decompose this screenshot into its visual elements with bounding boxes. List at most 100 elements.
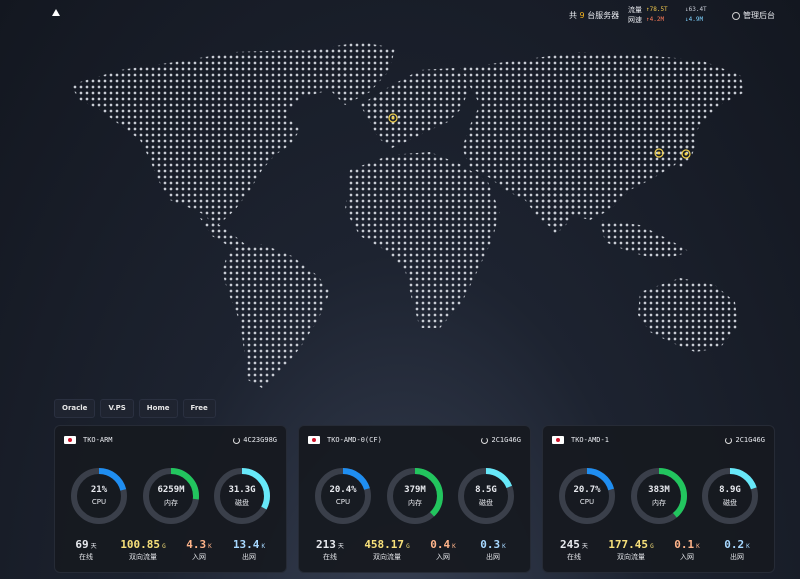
spec-text: 4C23G98G (243, 436, 277, 444)
mem-label: 内存 (652, 499, 666, 507)
cpu-gauge: 21% CPU (69, 466, 129, 526)
total-traffic-stat: 100.85 G 双向流量 (111, 538, 175, 562)
cpu-value: 20.7% (573, 485, 601, 495)
mem-gauge: 379M 内存 (385, 466, 445, 526)
speed-label: 网速 (628, 16, 642, 24)
speed-down-value: ↓4.9M (685, 16, 704, 23)
card-header: TKO-ARM 4C23G98G (64, 434, 277, 446)
total-traffic-label: 双向流量 (373, 553, 401, 561)
uptime-value: 245 (560, 538, 580, 551)
cpu-label: CPU (579, 498, 595, 506)
server-name: TKO-AMD-0(CF) (327, 436, 382, 444)
africa (345, 152, 500, 328)
total-traffic-value: 177.45 (608, 538, 649, 551)
tab-vps[interactable]: V.PS (100, 399, 134, 418)
mem-gauge: 383M 内存 (629, 466, 689, 526)
south-america (222, 244, 330, 388)
card-header: TKO-AMD-1 2C1G46G (552, 434, 765, 446)
uptime-value: 69 (75, 538, 89, 551)
card-header: TKO-AMD-0(CF) 2C1G46G (308, 434, 521, 446)
traffic-down-value: ↓63.4T (685, 6, 707, 13)
tab-oracle[interactable]: Oracle (54, 399, 96, 418)
japan-flag-icon (552, 436, 564, 444)
world-map (70, 42, 745, 388)
server-card[interactable]: TKO-AMD-0(CF) 2C1G46G 20.4% CPU 379M 内存 (298, 425, 531, 573)
cpu-value: 21% (90, 485, 108, 495)
outbound-label: 出网 (730, 553, 744, 561)
outbound-stat: 0.2 K 出网 (715, 538, 759, 562)
mem-gauge: 6259M 内存 (141, 466, 201, 526)
mem-value: 383M (648, 485, 670, 495)
outbound-stat: 0.3 K 出网 (471, 538, 515, 562)
cpu-label: CPU (335, 498, 351, 506)
mem-label: 内存 (408, 499, 422, 507)
mem-value: 6259M (157, 485, 185, 495)
disk-gauge: 31.3G 磁盘 (212, 466, 272, 526)
inbound-stat: 4.3 K 入网 (179, 538, 219, 562)
disk-value: 8.5G (475, 485, 497, 495)
tab-free[interactable]: Free (182, 399, 216, 418)
uptime-stat: 245 天 在线 (555, 538, 593, 562)
outbound-label: 出网 (486, 553, 500, 561)
admin-label: 管理后台 (743, 11, 775, 20)
server-card[interactable]: TKO-AMD-1 2C1G46G 20.7% CPU 383M 内存 8.9G… (542, 425, 775, 573)
outbound-value: 0.2 (724, 538, 745, 551)
australia (638, 278, 738, 352)
online-label: 在线 (323, 553, 337, 561)
southeast-asia (600, 220, 690, 260)
inbound-label: 入网 (192, 553, 206, 561)
server-count-number: 9 (579, 11, 585, 20)
server-name: TKO-AMD-1 (571, 436, 609, 444)
traffic-labels: 流量 网速 (628, 5, 642, 25)
inbound-label: 入网 (436, 553, 450, 561)
cpu-value: 20.4% (329, 485, 357, 495)
stats-row: 213 天 在线 458.17 G 双向流量 0.4 K 入网 0.3 K 出网 (299, 538, 530, 568)
admin-link[interactable]: 管理后台 (732, 10, 775, 21)
uptime-stat: 69 天 在线 (67, 538, 105, 562)
disk-gauge: 8.5G 磁盘 (456, 466, 516, 526)
north-america (70, 50, 350, 228)
gauges: 20.4% CPU 379M 内存 8.5G 磁盘 (299, 466, 530, 530)
server-card[interactable]: TKO-ARM 4C23G98G 21% CPU 6259M 内存 31.3G … (54, 425, 287, 573)
disk-label: 磁盘 (479, 499, 493, 507)
speed-up-value: ↑4.2M (646, 16, 665, 23)
clock-icon (732, 11, 740, 20)
top-bar: 共 9 台服务器 流量 网速 ↑78.5T ↑4.2M ↓63.4T ↓4.9M… (0, 0, 800, 30)
spec-text: 2C1G46G (491, 436, 521, 444)
outbound-stat: 13.4 K 出网 (227, 538, 271, 562)
spec-text: 2C1G46G (735, 436, 765, 444)
refresh-icon (481, 436, 489, 444)
tab-home[interactable]: Home (138, 399, 178, 418)
india (540, 180, 580, 235)
refresh-icon (725, 436, 733, 444)
japan-flag-icon (64, 436, 76, 444)
mem-value: 379M (404, 485, 426, 495)
inbound-label: 入网 (680, 553, 694, 561)
mem-label: 内存 (164, 499, 178, 507)
server-count: 共 9 台服务器 (569, 11, 620, 20)
inbound-stat: 0.1 K 入网 (667, 538, 707, 562)
outbound-label: 出网 (242, 553, 256, 561)
total-traffic-label: 双向流量 (129, 553, 157, 561)
continents (70, 42, 745, 388)
online-label: 在线 (567, 553, 581, 561)
total-traffic-value: 100.85 (120, 538, 161, 551)
stats-row: 245 天 在线 177.45 G 双向流量 0.1 K 入网 0.2 K 出网 (543, 538, 774, 568)
logo-icon[interactable] (52, 9, 60, 16)
disk-label: 磁盘 (235, 499, 249, 507)
group-tabs: Oracle V.PS Home Free (54, 399, 216, 418)
inbound-value: 0.4 (430, 538, 451, 551)
cpu-gauge: 20.4% CPU (313, 466, 373, 526)
outbound-value: 13.4 (232, 538, 260, 551)
uptime-stat: 213 天 在线 (311, 538, 349, 562)
server-spec: 2C1G46G (481, 436, 521, 444)
server-spec: 4C23G98G (233, 436, 277, 444)
total-traffic-value: 458.17 (364, 538, 405, 551)
server-spec: 2C1G46G (725, 436, 765, 444)
disk-gauge: 8.9G 磁盘 (700, 466, 760, 526)
disk-value: 31.3G (228, 485, 256, 495)
gauges: 21% CPU 6259M 内存 31.3G 磁盘 (55, 466, 286, 530)
total-traffic-stat: 458.17 G 双向流量 (355, 538, 419, 562)
traffic-download: ↓63.4T ↓4.9M (685, 5, 707, 25)
inbound-stat: 0.4 K 入网 (423, 538, 463, 562)
